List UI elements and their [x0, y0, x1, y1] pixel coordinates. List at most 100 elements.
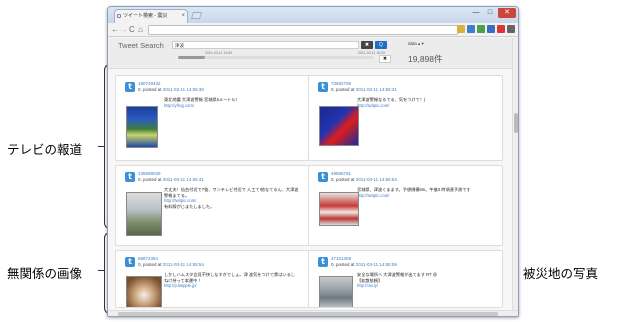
- tweet-user-id[interactable]: 180749432: [138, 81, 161, 86]
- bracket-tick: [98, 270, 104, 271]
- bracket-tick: [98, 146, 104, 147]
- tweet-link[interactable]: http://twitpic.com/: [357, 193, 492, 199]
- tweet-meta: 0, posted at 2011-03-11 14:55:54: [138, 262, 204, 267]
- twitter-bird-icon: t: [125, 172, 135, 182]
- forward-arrow-icon[interactable]: →: [120, 24, 128, 36]
- page-content: Tweet Search 津波 ✖ Q data ▴ ▾ 2011-03-11 …: [108, 38, 512, 310]
- browser-window: ツイート検索 - 震災 × — □ ✕ ← → C ⌂ Tweet Search…: [107, 6, 519, 317]
- vertical-scrollbar[interactable]: [512, 38, 518, 310]
- star-icon[interactable]: [457, 25, 465, 33]
- minimize-button[interactable]: —: [470, 8, 482, 18]
- retweet-count: 0, posted at: [331, 262, 355, 267]
- retweet-count: 0, posted at: [138, 262, 162, 267]
- tweet-timestamp[interactable]: 2011-03-11 14:55:31: [356, 87, 397, 92]
- reload-icon[interactable]: C: [129, 24, 135, 36]
- browser-tab[interactable]: ツイート検索 - 震災 ×: [114, 9, 188, 23]
- search-input[interactable]: 津波: [172, 41, 359, 49]
- tv-broadcast-image[interactable]: [126, 192, 162, 236]
- tweet-body: しかしハムスタ会見不快しなすぎでしょ。津 波気をつけて雰はいるしねけ持って本運中…: [164, 272, 299, 289]
- tweet-text: 大丈夫！仙台付近で7強、ワンテレビ付近で 人工て!他なてるん、大津波警報まてる。: [164, 187, 299, 198]
- date-range-start: 2011-03-11 14:50: [205, 51, 233, 55]
- tweet-link[interactable]: http://yfrog.com/: [164, 103, 299, 109]
- app-header: Tweet Search 津波 ✖ Q data ▴ ▾ 2011-03-11 …: [108, 38, 512, 69]
- tweet-link[interactable]: http://ow.ly/: [357, 283, 492, 289]
- tweet-card: t 180749432 0, posted at 2011-03-11 14:5…: [115, 75, 310, 161]
- new-tab-button[interactable]: [191, 12, 202, 19]
- tweet-user-id[interactable]: 47101308: [331, 256, 351, 261]
- twitter-bird-icon: t: [318, 82, 328, 92]
- tweet-body: 宮城県、津波くまます。予想規模8m。午後3 時頃達予測です http://twi…: [357, 187, 492, 198]
- clear-search-button[interactable]: ✖: [361, 41, 373, 49]
- back-arrow-icon[interactable]: ←: [111, 24, 119, 36]
- retweet-count: 0, posted at: [138, 87, 162, 92]
- tweet-meta: 0, posted at 2011-03-11 14:55:41: [138, 177, 204, 182]
- menu-icon[interactable]: [507, 25, 515, 33]
- retweet-count: 0, posted at: [331, 177, 355, 182]
- annotation-unrelated-image: 無関係の画像: [7, 266, 83, 281]
- extension-icon[interactable]: [487, 25, 495, 33]
- extension-icons: [457, 25, 515, 33]
- result-count: 19,898件: [408, 54, 443, 64]
- tweet-body: 東北地震 大津波警報 宮城県6メートル！ http://yfrog.com/: [164, 97, 299, 108]
- extension-icon[interactable]: [477, 25, 485, 33]
- search-button[interactable]: Q: [375, 41, 387, 49]
- tweet-card: t 73592706 0, posted at 2011-03-11 14:55…: [308, 75, 503, 161]
- page-icon: [117, 14, 121, 18]
- tweet-card: t 69872354 0, posted at 2011-03-11 14:55…: [115, 250, 310, 308]
- annotation-tv-report: テレビの報道: [7, 142, 83, 157]
- tweet-card: t 47101308 0, posted at 2011-03-11 14:55…: [308, 250, 503, 308]
- tweet-text: しかしハムスタ会見不快しなすぎでしょ。津 波気をつけて雰はいるしねけ持って本運中…: [164, 272, 295, 283]
- tweet-timestamp[interactable]: 2011-03-11 14:55:54: [163, 262, 204, 267]
- tweet-meta: 0, posted at 2011-03-11 14:55:54: [331, 177, 397, 182]
- user-menu[interactable]: data ▴ ▾: [408, 41, 424, 47]
- time-slider[interactable]: [178, 56, 373, 59]
- tweet-user-id[interactable]: 135688039: [138, 171, 161, 176]
- browser-toolbar: ← → C ⌂: [108, 23, 518, 37]
- tweet-meta: 0, posted at 2011-03-11 14:55:59: [331, 262, 397, 267]
- tweet-link[interactable]: http://twitpic.com/: [357, 103, 492, 109]
- app-brand[interactable]: Tweet Search: [118, 41, 164, 50]
- maximize-button[interactable]: □: [484, 8, 496, 18]
- tweet-link[interactable]: http://p.twipple.jp/: [164, 283, 299, 289]
- address-bar[interactable]: [148, 25, 458, 35]
- tv-broadcast-image[interactable]: [319, 106, 359, 146]
- home-icon[interactable]: ⌂: [138, 24, 143, 36]
- tweet-timestamp[interactable]: 2011-03-11 14:55:54: [356, 177, 397, 182]
- retweet-count: 0, posted at: [331, 87, 355, 92]
- disaster-photo[interactable]: [319, 276, 353, 307]
- tweet-timestamp[interactable]: 2011-03-11 14:55:30: [163, 87, 204, 92]
- tweet-card: t 49556791 0, posted at 2011-03-11 14:55…: [308, 165, 503, 246]
- retweet-count: 0, posted at: [138, 177, 162, 182]
- screenshot-root: テレビの報道 無関係の画像 被災地の写真 ツイート検索 - 震災 × — □ ✕…: [0, 0, 617, 322]
- twitter-bird-icon: t: [125, 82, 135, 92]
- vertical-scroll-thumb[interactable]: [514, 113, 518, 133]
- time-slider-fill: [178, 56, 206, 59]
- tweet-user-id[interactable]: 49556791: [331, 171, 351, 176]
- tweet-timestamp[interactable]: 2011-03-11 14:55:41: [163, 177, 204, 182]
- tweet-card: t 135688039 0, posted at 2011-03-11 14:5…: [115, 165, 310, 246]
- twitter-bird-icon: t: [318, 257, 328, 267]
- tweet-body: 大津波警報なるてる、気をつけて！( http://twitpic.com/: [357, 97, 492, 108]
- annotation-disaster-photo: 被災地の写真: [523, 266, 599, 281]
- tab-close-icon[interactable]: ×: [181, 10, 185, 22]
- horizontal-scroll-thumb[interactable]: [118, 312, 498, 316]
- tweet-meta: 0, posted at 2011-03-11 14:55:30: [138, 87, 204, 92]
- tweet-meta: 0, posted at 2011-03-11 14:55:31: [331, 87, 397, 92]
- close-window-button[interactable]: ✕: [498, 8, 516, 18]
- tweet-user-id[interactable]: 69872354: [138, 256, 158, 261]
- tweet-text-extra: 有料線がじまたしました。: [164, 203, 215, 209]
- tweet-user-id[interactable]: 73592706: [331, 81, 351, 86]
- tv-broadcast-image[interactable]: [126, 106, 158, 148]
- reset-button[interactable]: ✖: [379, 55, 391, 63]
- tab-title: ツイート検索 - 震災: [123, 13, 168, 19]
- tweet-timestamp[interactable]: 2011-03-11 14:55:59: [356, 262, 397, 267]
- twitter-bird-icon: t: [125, 257, 135, 267]
- extension-icon[interactable]: [467, 25, 475, 33]
- tv-broadcast-image[interactable]: [319, 192, 359, 226]
- unrelated-image[interactable]: [126, 276, 162, 307]
- extension-icon[interactable]: [497, 25, 505, 33]
- title-bar: ツイート検索 - 震災 × — □ ✕: [108, 7, 518, 23]
- horizontal-scrollbar[interactable]: [108, 310, 518, 316]
- tweet-body: 安全な場所へ 大津波警報が出てます RT @ 【拡散依頼】 http://ow.…: [357, 272, 492, 289]
- twitter-bird-icon: t: [318, 172, 328, 182]
